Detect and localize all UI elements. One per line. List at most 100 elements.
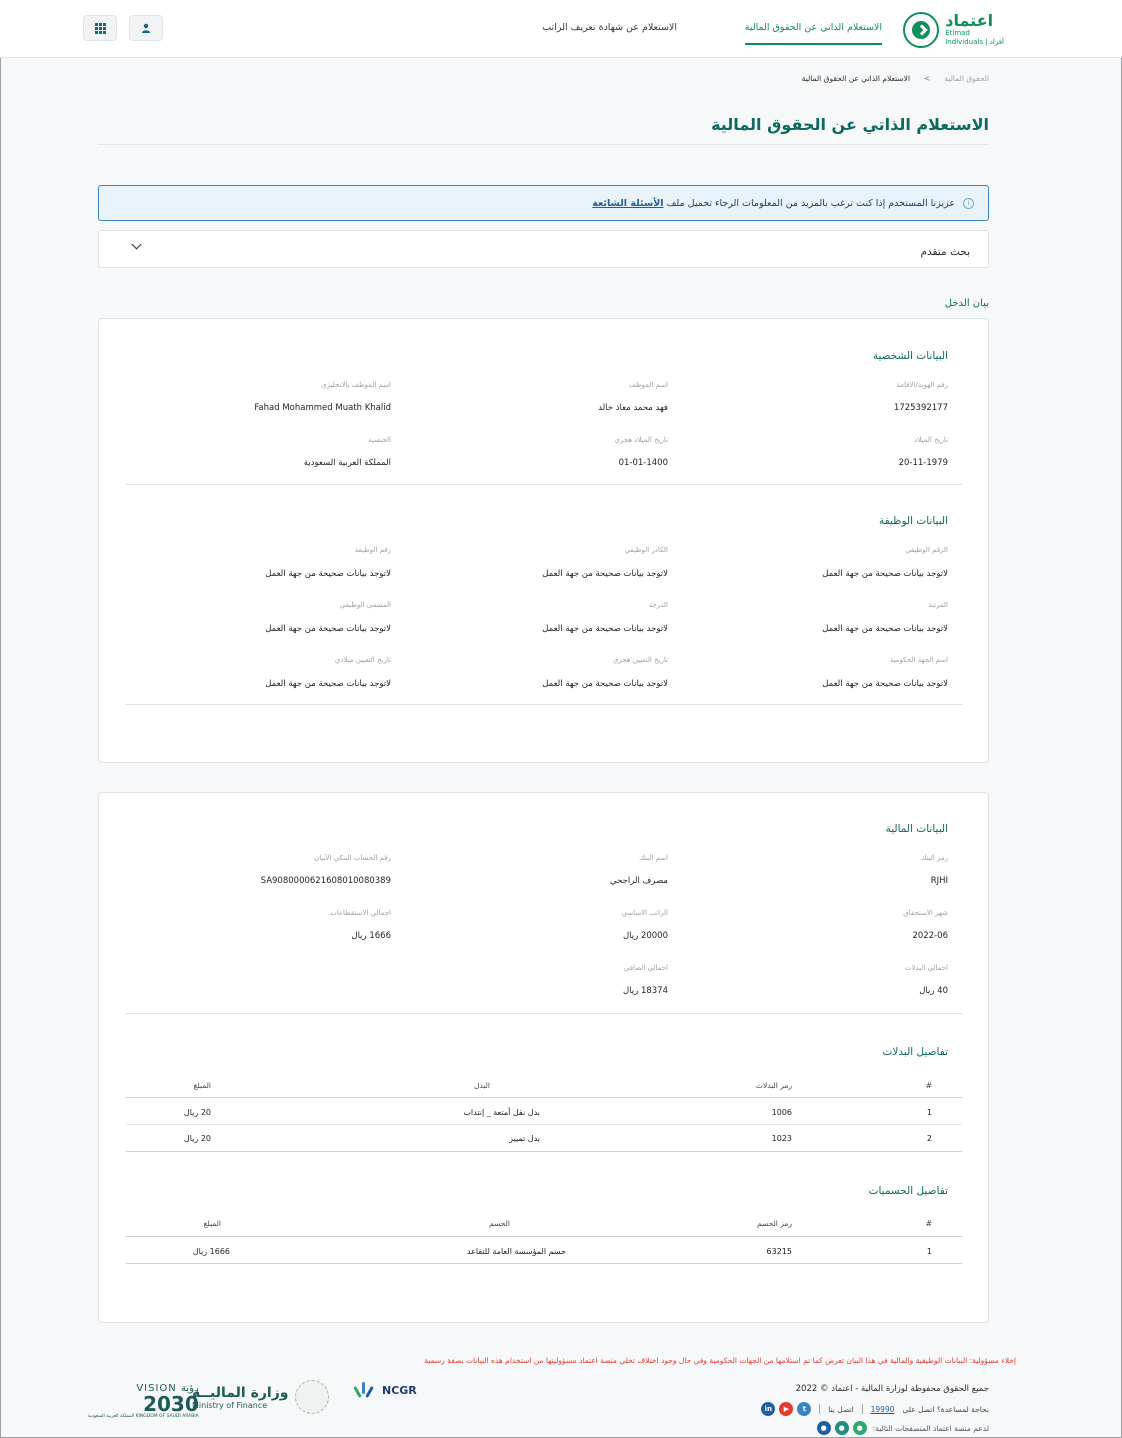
browser-support-line: لدعم منصة اعتماد المتصفحات التالية: ● ● … bbox=[816, 1421, 989, 1435]
field-label: رمز البنك bbox=[920, 854, 948, 862]
section-divider bbox=[126, 484, 962, 485]
allowances-title: تفاصيل البدلات bbox=[882, 1046, 948, 1058]
field-value: لاتوجد بيانات صحيحة من جهة العمل bbox=[265, 679, 391, 689]
field-value: لاتوجد بيانات صحيحة من جهة العمل bbox=[822, 679, 948, 689]
apps-grid-icon bbox=[94, 22, 106, 34]
contact-us-link[interactable]: اتصل بنا bbox=[828, 1405, 853, 1414]
table-cell: 1666 ريال bbox=[192, 1247, 230, 1256]
logo-subtitle: Individuals | أفراد bbox=[945, 38, 1004, 46]
breadcrumb-root[interactable]: الحقوق المالية bbox=[944, 74, 989, 83]
ministry-of-finance-logo: وزارة الماليــة Ministry of Finance bbox=[192, 1380, 329, 1414]
table-header: البدل bbox=[473, 1081, 490, 1090]
field-value: لاتوجد بيانات صحيحة من جهة العمل bbox=[822, 569, 948, 579]
field-label: اسم الموظف بالانجليزي bbox=[321, 381, 391, 389]
ncgr-mark-icon bbox=[353, 1380, 376, 1400]
personal-data-title: البيانات الشخصية bbox=[872, 350, 948, 362]
total-deductions-value: 1666 ريال bbox=[351, 931, 391, 941]
employee-name-value: فهد محمد معاذ خالد bbox=[598, 403, 668, 413]
table-cell: 20 ريال bbox=[183, 1108, 211, 1117]
help-text: بحاجة لمساعدة؟ اتصل على bbox=[902, 1404, 989, 1414]
due-month-value: 2022-06 bbox=[912, 931, 948, 941]
advanced-search-label: بحث متقدم bbox=[920, 246, 970, 258]
bank-code-value: RJHI bbox=[930, 876, 948, 886]
table-header: رمز الحسم bbox=[756, 1219, 792, 1228]
job-data-title: البيانات الوظيفة bbox=[878, 515, 948, 527]
table-cell: 20 ريال bbox=[183, 1134, 211, 1143]
table-cell: 1006 bbox=[771, 1108, 792, 1117]
field-label: اجمالي البدلات bbox=[904, 964, 948, 972]
nav-self-inquiry[interactable]: الاستعلام الذاتي عن الحقوق المالية bbox=[744, 22, 883, 45]
linkedin-icon[interactable]: in bbox=[761, 1402, 776, 1416]
ncgr-text: NCGR bbox=[382, 1383, 417, 1397]
field-label: رقم الوظيفة bbox=[354, 546, 391, 554]
info-alert: i عزيزنا المستخدم إذا كنت ترغب بالمزيد م… bbox=[98, 185, 989, 221]
table-header: المبلغ bbox=[193, 1081, 211, 1090]
nav-salary-certificate[interactable]: الاستعلام عن شهادة تعريف الراتب bbox=[542, 22, 677, 33]
table-line bbox=[126, 1263, 962, 1264]
table-cell: 1023 bbox=[771, 1134, 792, 1143]
table-cell: بدل تمييز bbox=[509, 1134, 540, 1143]
field-value: لاتوجد بيانات صحيحة من جهة العمل bbox=[542, 569, 668, 579]
field-label: المسمى الوظيفي bbox=[339, 601, 391, 609]
field-value: لاتوجد بيانات صحيحة من جهة العمل bbox=[265, 569, 391, 579]
table-cell: حسم المؤسسة العامة للتقاعد bbox=[466, 1247, 566, 1256]
field-value: لاتوجد بيانات صحيحة من جهة العمل bbox=[265, 624, 391, 634]
help-line: بحاجة لمساعدة؟ اتصل على 19990 اتصل بنا t… bbox=[761, 1402, 989, 1416]
table-header: الحسم bbox=[489, 1219, 510, 1228]
field-label: تاريخ الميلاد bbox=[914, 436, 948, 444]
table-cell: 1 bbox=[926, 1108, 932, 1117]
breadcrumb: الحقوق المالية > الاستعلام الذاتي عن الح… bbox=[802, 74, 989, 83]
field-label: رقم الهوية/الاقامة bbox=[896, 381, 948, 389]
deductions-title: تفاصيل الحسميات bbox=[868, 1185, 948, 1197]
logo-arabic: اعتماد bbox=[945, 11, 994, 30]
field-label: اسم البنك bbox=[639, 854, 668, 862]
etimad-logo-icon bbox=[903, 12, 940, 48]
iban-value: SA9080000621608010080389 bbox=[260, 876, 391, 886]
table-line bbox=[126, 1097, 962, 1098]
firefox-icon: ● bbox=[834, 1421, 849, 1435]
advanced-search-accordion[interactable]: بحث متقدم bbox=[98, 230, 989, 268]
table-cell: 63215 bbox=[766, 1247, 792, 1256]
field-label: تاريخ الميلاد هجري bbox=[614, 436, 668, 444]
field-label: الرقم الوظيفي bbox=[905, 546, 948, 554]
apps-button[interactable] bbox=[83, 15, 117, 41]
field-label: اجمالي الاستقطاعات bbox=[330, 909, 391, 917]
financial-card: البيانات المالية رمز البنك RJHI اسم البن… bbox=[98, 792, 989, 1323]
breadcrumb-current: الاستعلام الذاتي عن الحقوق المالية bbox=[801, 74, 911, 83]
field-value: لاتوجد بيانات صحيحة من جهة العمل bbox=[542, 624, 668, 634]
table-cell: 2 bbox=[926, 1134, 932, 1143]
etimad-logo[interactable]: اعتماد Etimad Individuals | أفراد bbox=[900, 12, 1004, 48]
financial-data-title: البيانات المالية bbox=[885, 823, 948, 835]
income-statement-heading: بيان الدخل bbox=[944, 298, 989, 309]
vision-sub: المملكة العربية السعودية KINGDOM OF SAUD… bbox=[88, 1414, 199, 1419]
nationality-value: المملكة العربية السعودية bbox=[303, 458, 391, 468]
twitter-icon[interactable]: t bbox=[797, 1402, 812, 1416]
youtube-icon[interactable]: ▶ bbox=[779, 1402, 794, 1416]
title-divider bbox=[98, 144, 988, 145]
field-label: اسم الموظف bbox=[628, 381, 668, 389]
top-header: اعتماد Etimad Individuals | أفراد الاستع… bbox=[0, 0, 1122, 58]
vision-year: 2030 bbox=[143, 1392, 199, 1416]
info-icon: i bbox=[963, 197, 974, 209]
page-title: الاستعلام الذاتي عن الحقوق المالية bbox=[711, 115, 989, 134]
field-value: لاتوجد بيانات صحيحة من جهة العمل bbox=[542, 679, 668, 689]
user-icon bbox=[142, 23, 150, 33]
help-number-link[interactable]: 19990 bbox=[871, 1405, 895, 1414]
user-button[interactable] bbox=[129, 15, 163, 41]
faq-link[interactable]: الأسئلة الشائعة bbox=[592, 198, 663, 209]
logo-english: Etimad bbox=[945, 29, 970, 37]
total-allowances-value: 40 ريال bbox=[919, 986, 948, 996]
section-divider bbox=[126, 704, 962, 705]
birth-date-hijri-value: 01-01-1400 bbox=[618, 458, 668, 468]
field-label: اسم الجهة الحكومية bbox=[889, 656, 948, 664]
field-label: الكادر الوظيفي bbox=[624, 546, 668, 554]
support-text: لدعم منصة اعتماد المتصفحات التالية: bbox=[872, 1423, 989, 1433]
breadcrumb-separator: > bbox=[924, 74, 931, 83]
table-header: # bbox=[925, 1219, 932, 1228]
birth-date-value: 20-11-1979 bbox=[898, 458, 948, 468]
chevron-down-icon[interactable] bbox=[131, 239, 142, 250]
field-label: الدرجة bbox=[648, 601, 668, 609]
chrome-icon: ● bbox=[852, 1421, 867, 1435]
table-cell: بدل نقل أمتعة _ إنتداب bbox=[463, 1108, 540, 1117]
table-header: # bbox=[925, 1081, 932, 1090]
